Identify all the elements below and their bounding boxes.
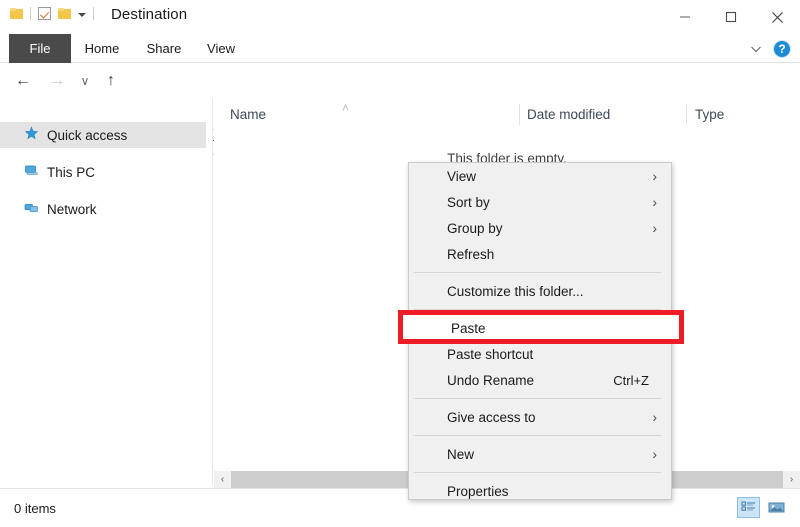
customize-quick-access-caret-icon[interactable] xyxy=(78,12,86,17)
column-header-date-modified[interactable]: Date modified xyxy=(527,107,610,122)
tab-file[interactable]: File xyxy=(9,34,71,63)
column-header-type[interactable]: Type xyxy=(695,107,724,122)
network-icon xyxy=(24,200,39,218)
item-count-label: 0 items xyxy=(14,501,56,516)
scroll-right-arrow-icon[interactable]: › xyxy=(783,471,800,488)
submenu-chevron-right-icon: › xyxy=(652,194,657,210)
menu-item-label-properties: Properties xyxy=(447,483,509,499)
large-icons-view-icon xyxy=(768,502,785,513)
toolbar-divider-2 xyxy=(93,7,94,20)
menu-item-label-customize: Customize this folder... xyxy=(447,283,584,299)
menu-item-label-new: New xyxy=(447,446,475,462)
tab-home[interactable]: Home xyxy=(75,34,129,63)
ribbon-tab-bar: File Home Share View ? xyxy=(0,34,800,63)
maximize-button[interactable] xyxy=(708,0,754,34)
menu-item-customize-this-folder[interactable]: Customize this folder... xyxy=(409,278,671,304)
sort-ascending-icon: ˄ xyxy=(342,101,350,115)
tab-view[interactable]: View xyxy=(197,34,245,63)
window-controls xyxy=(662,0,800,34)
menu-separator-1 xyxy=(414,272,661,273)
up-button[interactable]: ↑ xyxy=(100,71,122,91)
close-icon xyxy=(771,11,783,23)
menu-item-label-group-by: Group by xyxy=(447,220,503,236)
paste-highlight-callout: Paste xyxy=(398,310,684,344)
submenu-chevron-right-icon: › xyxy=(652,409,657,425)
scroll-left-arrow-icon[interactable]: ‹ xyxy=(214,471,231,488)
details-view-button[interactable] xyxy=(737,497,760,518)
menu-item-undo-rename[interactable]: Undo Rename Ctrl+Z xyxy=(409,367,671,393)
menu-item-label-undo-rename: Undo Rename xyxy=(447,372,535,388)
minimize-icon xyxy=(680,16,690,18)
menu-item-label-give-access-to: Give access to xyxy=(447,409,536,425)
sidebar-item-label-quick-access: Quick access xyxy=(47,127,128,143)
tab-share[interactable]: Share xyxy=(137,34,191,63)
file-explorer-window: Destination File Home Share View ? ← → ∨… xyxy=(0,0,800,527)
window-title: Destination xyxy=(111,6,188,23)
submenu-chevron-right-icon: › xyxy=(652,168,657,184)
close-button[interactable] xyxy=(754,0,800,34)
menu-item-label-sort-by: Sort by xyxy=(447,194,490,210)
menu-item-label-view: View xyxy=(447,168,477,184)
computer-icon xyxy=(24,163,39,181)
menu-item-paste-shortcut[interactable]: Paste shortcut xyxy=(409,341,671,367)
menu-item-shortcut-undo-rename: Ctrl+Z xyxy=(613,372,649,388)
menu-item-label-paste-shortcut: Paste shortcut xyxy=(447,346,534,362)
address-bar: ← → ∨ ↑ › HelloTech › Destination ∨ ↻ Se… xyxy=(0,63,800,155)
menu-item-properties[interactable]: Properties xyxy=(409,478,671,504)
sidebar-item-label-network: Network xyxy=(47,201,97,217)
properties-checkbox-icon[interactable] xyxy=(38,7,51,20)
sidebar-item-quick-access[interactable]: Quick access xyxy=(0,122,206,148)
back-button[interactable]: ← xyxy=(12,71,34,91)
status-bar: 0 items xyxy=(0,488,800,527)
folder-icon[interactable] xyxy=(10,8,23,19)
quick-access-toolbar xyxy=(10,7,94,20)
column-divider-2[interactable] xyxy=(686,104,687,125)
submenu-chevron-right-icon: › xyxy=(652,446,657,462)
toolbar-divider xyxy=(30,7,31,20)
menu-item-refresh[interactable]: Refresh xyxy=(409,241,671,267)
sidebar-item-this-pc[interactable]: This PC xyxy=(0,159,206,185)
menu-item-group-by[interactable]: Group by › xyxy=(409,215,671,241)
menu-item-new[interactable]: New › xyxy=(409,441,671,467)
submenu-chevron-right-icon: › xyxy=(652,220,657,236)
details-view-icon xyxy=(741,501,755,511)
star-pin-icon xyxy=(24,126,39,144)
menu-item-give-access-to[interactable]: Give access to › xyxy=(409,404,671,430)
menu-separator-5 xyxy=(414,472,661,473)
minimize-button[interactable] xyxy=(662,0,708,34)
sidebar-item-network[interactable]: Network xyxy=(0,196,206,222)
large-icons-view-button[interactable] xyxy=(765,497,788,518)
recent-locations-button[interactable]: ∨ xyxy=(74,71,96,91)
menu-item-view[interactable]: View › xyxy=(409,163,671,189)
help-icon[interactable]: ? xyxy=(773,40,791,58)
sidebar-item-label-this-pc: This PC xyxy=(47,164,96,180)
navigation-pane: Quick access This PC Network xyxy=(0,99,213,485)
column-header-row: ˄ Name Date modified Type xyxy=(214,99,800,131)
highlighted-menu-item-label[interactable]: Paste xyxy=(451,321,486,336)
collapse-ribbon-chevron-down-icon[interactable] xyxy=(748,41,764,57)
forward-button[interactable]: → xyxy=(46,71,68,91)
new-folder-icon[interactable] xyxy=(58,8,71,19)
maximize-icon xyxy=(725,11,737,23)
view-mode-buttons xyxy=(737,497,788,518)
column-header-name[interactable]: Name xyxy=(230,107,266,122)
menu-item-label-refresh: Refresh xyxy=(447,246,495,262)
menu-separator-3 xyxy=(414,398,661,399)
menu-item-sort-by[interactable]: Sort by › xyxy=(409,189,671,215)
title-bar: Destination xyxy=(0,0,800,34)
column-divider-1[interactable] xyxy=(519,104,520,125)
menu-separator-4 xyxy=(414,435,661,436)
